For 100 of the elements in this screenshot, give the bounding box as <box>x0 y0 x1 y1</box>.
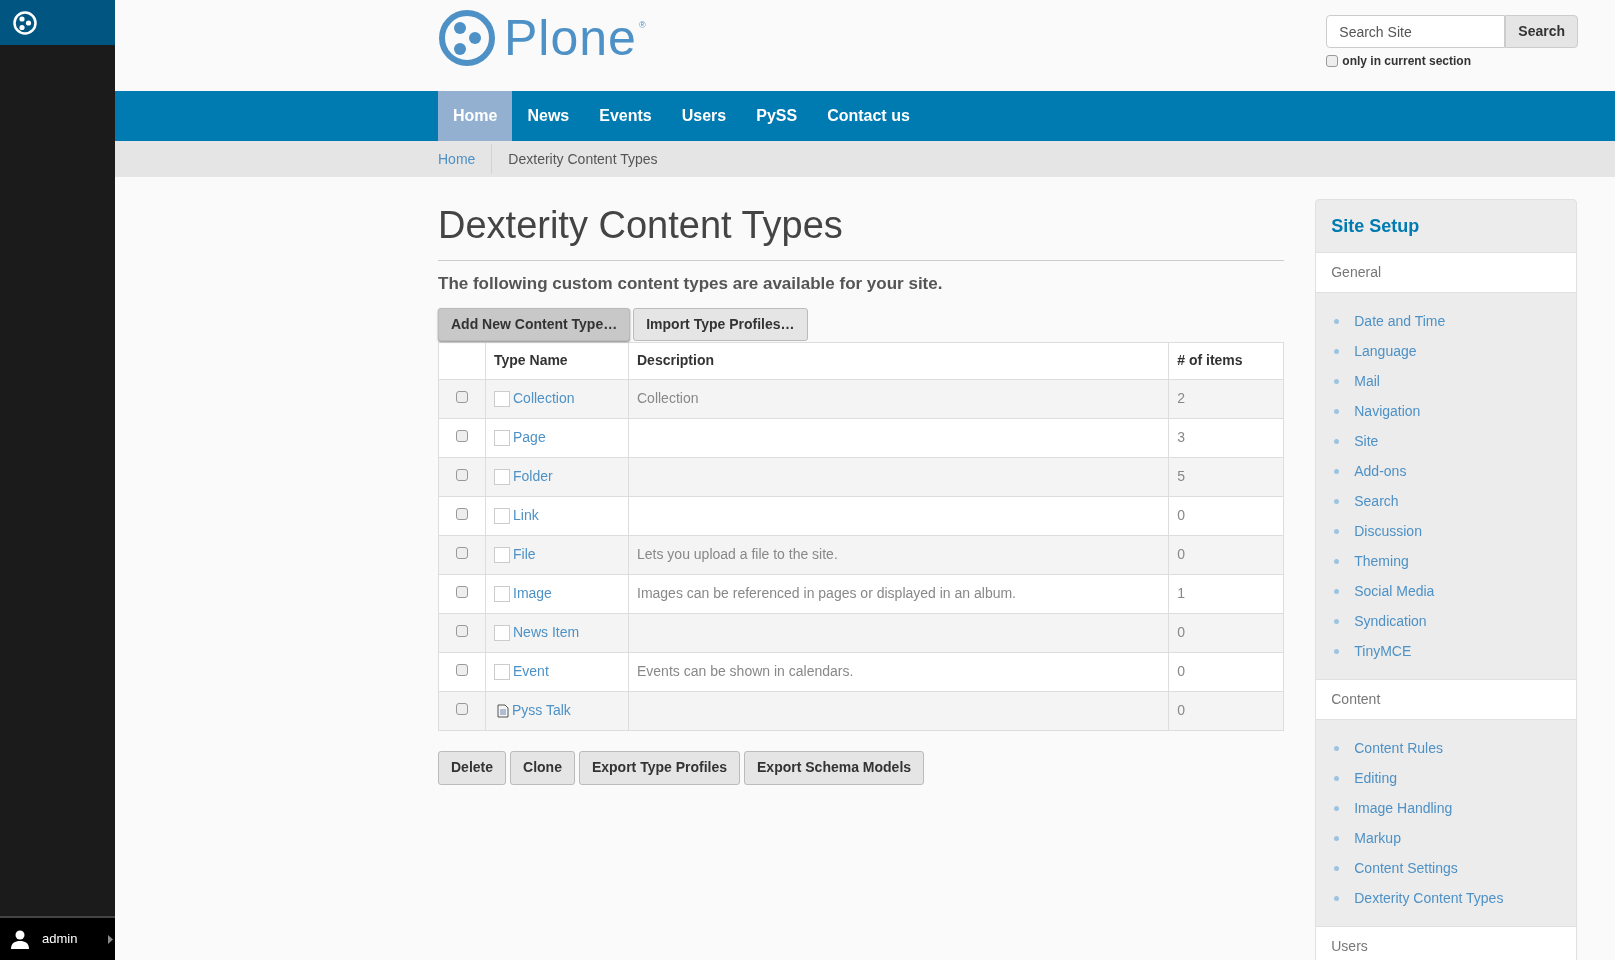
bullet-icon <box>1334 558 1340 564</box>
blank-square-icon <box>494 429 510 446</box>
row-checkbox[interactable] <box>456 391 468 403</box>
bullet-icon <box>1334 895 1340 901</box>
nav-tab[interactable]: Home <box>438 91 513 141</box>
bullet-icon <box>1334 618 1340 624</box>
type-link[interactable]: Image <box>513 583 552 604</box>
logo-icon <box>12 9 38 36</box>
nav-tab[interactable]: PySS <box>741 91 813 141</box>
type-link[interactable]: Folder <box>513 466 553 487</box>
action-button[interactable]: Export Schema Models <box>744 750 925 785</box>
row-checkbox[interactable] <box>456 547 468 559</box>
nav-tab[interactable]: Events <box>584 91 667 141</box>
row-checkbox[interactable] <box>456 508 468 520</box>
nav-tab[interactable]: Users <box>666 91 742 141</box>
row-checkbox[interactable] <box>456 430 468 442</box>
section-heading: Users <box>1316 926 1576 960</box>
action-button[interactable]: Export Type Profiles <box>578 750 741 785</box>
type-link[interactable]: Link <box>513 505 539 526</box>
blank-square-icon <box>494 468 510 485</box>
section-heading: Content <box>1316 679 1576 720</box>
action-button[interactable]: Clone <box>510 750 575 785</box>
setup-link[interactable]: Content Settings <box>1354 857 1458 879</box>
blank-square-icon <box>494 546 510 563</box>
type-link[interactable]: Page <box>513 427 546 448</box>
lead-text: The following custom content types are available for your site. <box>438 273 944 295</box>
bullet-icon <box>1334 648 1340 654</box>
column-header: # of items <box>1168 342 1284 379</box>
toolbar-button[interactable]: Import Type Profiles… <box>633 307 808 341</box>
action-button[interactable]: Delete <box>438 750 507 785</box>
setup-link[interactable]: Syndication <box>1354 610 1427 632</box>
blank-square-icon <box>494 507 510 524</box>
setup-link[interactable]: Editing <box>1354 767 1398 789</box>
column-header: Type Name <box>485 342 629 379</box>
setup-link[interactable]: Site <box>1354 430 1379 452</box>
page-title: Dexterity Content Types <box>438 197 1285 261</box>
bullet-icon <box>1334 498 1340 504</box>
search-field[interactable]: Search Site <box>1326 15 1506 48</box>
type-link[interactable]: Event <box>513 661 549 682</box>
setup-link[interactable]: TinyMCE <box>1354 640 1412 662</box>
item-count: 1 <box>1177 585 1186 601</box>
setup-link[interactable]: Search <box>1354 490 1399 512</box>
nav-tab[interactable]: News <box>512 91 585 141</box>
bullet-icon <box>1334 775 1340 781</box>
nav-tab[interactable]: Contact us <box>812 91 925 141</box>
setup-link[interactable]: Social Media <box>1354 580 1435 602</box>
bullet-icon <box>1334 438 1340 444</box>
bullet-icon <box>1334 348 1340 354</box>
type-description: Images can be referenced in pages or displayed in an album. <box>637 585 1016 601</box>
breadcrumb-link[interactable]: Home <box>438 148 476 170</box>
bullet-icon <box>1334 835 1340 841</box>
column-header: Description <box>628 342 1169 379</box>
blank-square-icon <box>494 663 510 680</box>
search-button[interactable]: Search <box>1505 15 1578 48</box>
bullet-icon <box>1334 378 1340 384</box>
type-link[interactable]: File <box>513 544 536 565</box>
setup-link[interactable]: Navigation <box>1354 400 1421 422</box>
item-count: 0 <box>1177 702 1186 718</box>
row-checkbox[interactable] <box>456 586 468 598</box>
setup-link[interactable]: Mail <box>1354 370 1380 392</box>
row-checkbox[interactable] <box>456 664 468 676</box>
bullet-icon <box>1334 528 1340 534</box>
blank-square-icon <box>494 390 510 407</box>
bullet-icon <box>1334 805 1340 811</box>
row-checkbox[interactable] <box>456 625 468 637</box>
item-count: 3 <box>1177 429 1186 445</box>
setup-link[interactable]: Content Rules <box>1354 737 1443 759</box>
user-menu[interactable]: admin <box>0 916 115 960</box>
type-description: Collection <box>637 390 699 406</box>
user-icon <box>10 929 30 949</box>
bullet-icon <box>1334 408 1340 414</box>
setup-link[interactable]: Language <box>1354 340 1417 362</box>
bullet-icon <box>1334 745 1340 751</box>
brand-name: Plone <box>504 9 637 67</box>
item-count: 0 <box>1177 663 1186 679</box>
setup-link[interactable]: Markup <box>1354 827 1401 849</box>
item-count: 2 <box>1177 390 1186 406</box>
setup-link[interactable]: Add-ons <box>1354 460 1407 482</box>
item-count: 5 <box>1177 468 1186 484</box>
toolbar-button[interactable]: Add New Content Type… <box>438 307 631 341</box>
row-checkbox[interactable] <box>456 469 468 481</box>
bullet-icon <box>1334 865 1340 871</box>
setup-link[interactable]: Dexterity Content Types <box>1354 887 1504 909</box>
bullet-icon <box>1334 318 1340 324</box>
setup-link[interactable]: Date and Time <box>1354 310 1446 332</box>
item-count: 0 <box>1177 507 1186 523</box>
type-description: Events can be shown in calendars. <box>637 663 854 679</box>
setup-link[interactable]: Theming <box>1354 550 1409 572</box>
breadcrumb-current: Dexterity Content Types <box>508 149 658 169</box>
setup-link[interactable]: Discussion <box>1354 520 1422 542</box>
caret-icon <box>108 934 113 944</box>
setup-link[interactable]: Image Handling <box>1354 797 1453 819</box>
checkbox[interactable] <box>1326 55 1339 67</box>
item-count: 0 <box>1177 546 1186 562</box>
type-description: Lets you upload a file to the site. <box>637 546 838 562</box>
document-icon <box>497 703 509 718</box>
portlet-title: Site Setup <box>1330 214 1421 238</box>
registered-mark: ® <box>638 19 646 32</box>
row-checkbox[interactable] <box>456 703 468 715</box>
toolbar-header[interactable] <box>0 0 115 45</box>
